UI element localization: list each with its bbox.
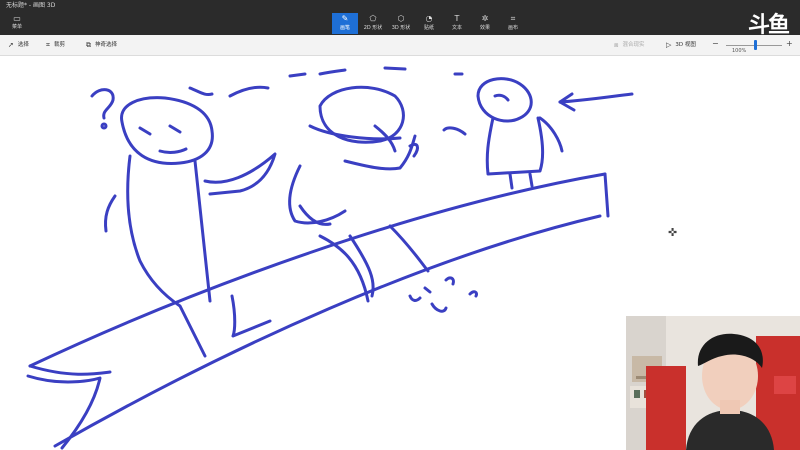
sub-toolbar: ➚ 选择 ⌗ 裁剪 ⧉ 神奇选择 ⧈ 混合现实 ▷ 3D 视图 − + 100% — [0, 35, 800, 56]
mixed-reality-label: 混合现实 — [622, 42, 645, 48]
view-3d-button[interactable]: ▷ 3D 视图 — [666, 40, 696, 50]
tool-2d-shapes[interactable]: ⬠ 2D 形状 — [360, 13, 386, 34]
text-icon: T — [454, 14, 460, 23]
effects-icon: ✲ — [481, 14, 489, 23]
magic-select-icon: ⧉ — [86, 41, 91, 49]
crosshair-cursor-icon: ✜ — [668, 226, 678, 239]
crop-button[interactable]: ⌗ 裁剪 — [46, 40, 65, 50]
tool-label: 效果 — [479, 25, 490, 31]
tool-label: 画布 — [507, 25, 518, 31]
webcam-overlay — [626, 316, 800, 450]
tool-text[interactable]: T 文本 — [444, 13, 470, 34]
tool-effects[interactable]: ✲ 效果 — [472, 13, 498, 34]
window-title: 无标题* - 画图 3D — [6, 2, 56, 9]
zoom-slider-thumb[interactable] — [754, 40, 757, 50]
magic-select-button[interactable]: ⧉ 神奇选择 — [86, 40, 117, 50]
select-label: 选择 — [17, 42, 29, 48]
mixed-reality-icon: ⧈ — [614, 41, 619, 49]
menu-button[interactable]: ▭ 菜单 — [6, 14, 28, 34]
stickers-icon: ◔ — [425, 14, 433, 23]
shapes-3d-icon: ⬡ — [397, 14, 405, 23]
tool-label: 画笔 — [339, 25, 350, 31]
tool-canvas[interactable]: ⌗ 画布 — [500, 13, 526, 34]
select-button[interactable]: ➚ 选择 — [8, 40, 29, 50]
zoom-out-button[interactable]: − — [712, 39, 719, 48]
streamer-camera-feed — [626, 316, 800, 450]
zoom-in-button[interactable]: + — [786, 39, 793, 48]
crop-label: 裁剪 — [53, 42, 65, 48]
main-toolbar: ▭ 菜单 ✎ 画笔 ⬠ 2D 形状 ⬡ 3D 形状 ◔ 贴纸 T 文本 ✲ 效果… — [0, 12, 800, 38]
tool-3d-shapes[interactable]: ⬡ 3D 形状 — [388, 13, 414, 34]
view-3d-label: 3D 视图 — [675, 42, 696, 48]
tool-brushes[interactable]: ✎ 画笔 — [332, 13, 358, 34]
shapes-2d-icon: ⬠ — [369, 14, 377, 23]
tool-label: 3D 形状 — [391, 25, 411, 31]
mixed-reality-button[interactable]: ⧈ 混合现实 — [614, 40, 644, 50]
zoom-readout: 100% — [732, 48, 747, 54]
folder-icon: ▭ — [13, 14, 21, 23]
tool-label: 文本 — [451, 25, 462, 31]
tool-label: 贴纸 — [423, 25, 434, 31]
tool-stickers[interactable]: ◔ 贴纸 — [416, 13, 442, 34]
title-bar: 无标题* - 画图 3D — [0, 0, 800, 12]
crop-icon: ⌗ — [46, 41, 50, 49]
cursor-icon: ➚ — [8, 41, 14, 49]
magic-select-label: 神奇选择 — [95, 42, 118, 48]
canvas-icon: ⌗ — [510, 14, 516, 23]
view-3d-icon: ▷ — [666, 41, 672, 49]
tool-label: 2D 形状 — [363, 25, 383, 31]
menu-label: 菜单 — [11, 24, 22, 30]
brush-icon: ✎ — [341, 14, 349, 23]
